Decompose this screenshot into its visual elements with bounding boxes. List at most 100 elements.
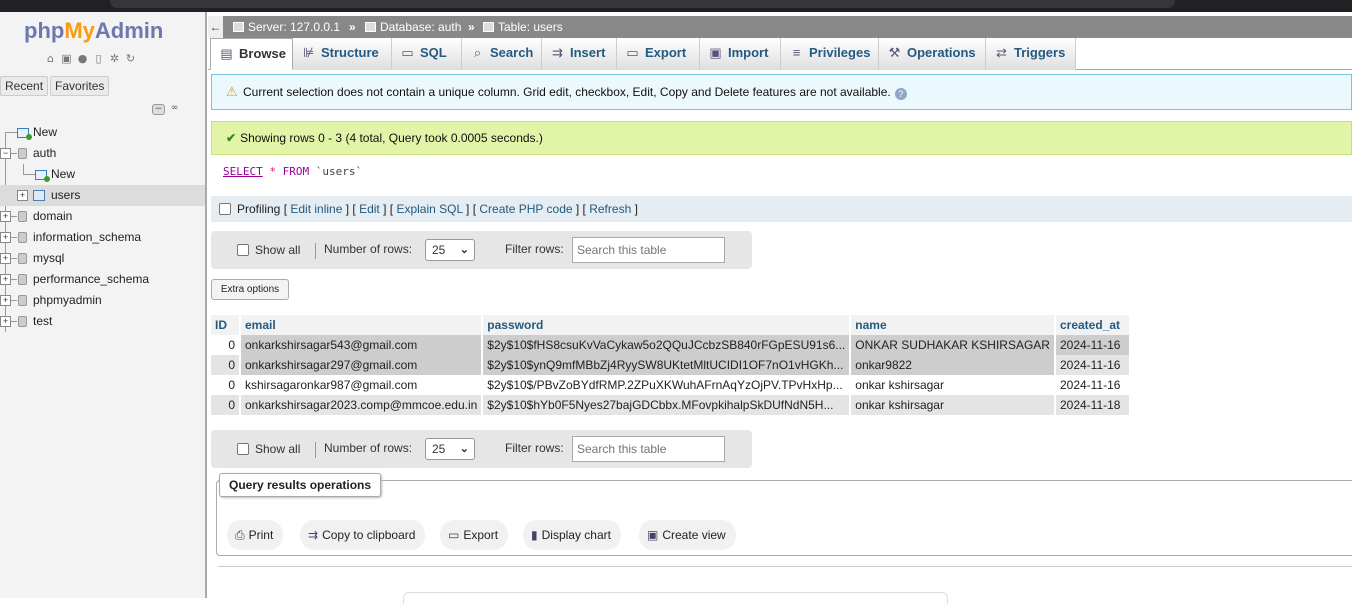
tree-item-new[interactable]: New bbox=[0, 122, 205, 143]
tree-item-db-2[interactable]: + mysql bbox=[0, 248, 205, 269]
display-chart-button[interactable]: ▮ Display chart bbox=[523, 520, 621, 550]
tab-browse[interactable]: ▤ Browse bbox=[210, 38, 293, 70]
expand-icon[interactable]: + bbox=[0, 295, 11, 306]
sql-query-display[interactable]: SELECT * FROM `users` bbox=[223, 165, 362, 178]
create-view-button[interactable]: ▣ Create view bbox=[639, 520, 736, 550]
chevron-down-icon: ⌄ bbox=[459, 244, 469, 256]
filter-rows-input[interactable]: Search this table bbox=[572, 436, 725, 462]
number-of-rows-select[interactable]: 25 ⌄ bbox=[425, 438, 475, 460]
collapse-all-icon[interactable]: − bbox=[152, 104, 165, 115]
help-icon[interactable]: ● bbox=[76, 52, 89, 65]
collapse-panel-icon[interactable]: ← bbox=[208, 16, 223, 38]
print-label: Print bbox=[248, 528, 274, 542]
tree-item-db-5[interactable]: + test bbox=[0, 311, 205, 332]
copy-to-clipboard-button[interactable]: ⇉ Copy to clipboard bbox=[300, 520, 426, 550]
sql-select[interactable]: SELECT bbox=[223, 165, 263, 178]
cell-name: onkar kshirsagar bbox=[850, 395, 1056, 415]
edit-link[interactable]: Edit bbox=[359, 202, 380, 216]
favorites-tab[interactable]: Favorites bbox=[50, 76, 110, 96]
recent-tab[interactable]: Recent bbox=[0, 76, 49, 96]
tab-operations[interactable]: ⚒ Operations bbox=[879, 38, 986, 70]
tree-item-auth-new-label: New bbox=[51, 167, 76, 181]
settings-icon[interactable]: ✲ bbox=[108, 52, 121, 65]
expand-icon[interactable]: + bbox=[0, 253, 11, 264]
number-of-rows-value: 25 bbox=[432, 442, 446, 456]
show-all-checkbox[interactable] bbox=[237, 244, 249, 256]
bar-chart-icon: ▮ bbox=[531, 528, 538, 542]
expand-icon[interactable]: + bbox=[0, 232, 11, 243]
database-icon bbox=[365, 22, 376, 32]
create-php-code-link[interactable]: Create PHP code bbox=[479, 202, 572, 216]
column-header[interactable]: created_at bbox=[1054, 315, 1131, 335]
tree-item-auth-new[interactable]: New bbox=[0, 164, 205, 185]
docs-icon[interactable]: ▯ bbox=[92, 52, 105, 65]
tab-sql[interactable]: ▭ SQL bbox=[392, 38, 462, 70]
logout-icon[interactable]: ▣ bbox=[60, 52, 73, 65]
create-view-label: Create view bbox=[662, 528, 726, 542]
expand-icon[interactable]: + bbox=[0, 211, 11, 222]
column-header[interactable]: email bbox=[240, 315, 484, 335]
tree-item-auth[interactable]: − auth bbox=[0, 143, 205, 164]
column-header[interactable]: password bbox=[482, 315, 852, 335]
recent-favorites-tabs: Recent Favorites bbox=[0, 76, 110, 96]
show-all-checkbox[interactable] bbox=[237, 443, 249, 455]
breadcrumb-server[interactable]: Server: 127.0.0.1 bbox=[233, 16, 340, 38]
table-row: 0 onkarkshirsagar543@gmail.com $2y$10$fH… bbox=[211, 335, 1131, 355]
cell-email: kshirsagaronkar987@gmail.com bbox=[240, 375, 484, 395]
tab-import[interactable]: ▣ Import bbox=[700, 38, 781, 70]
reload-icon[interactable]: ↻ bbox=[124, 52, 137, 65]
link-icon[interactable]: ∞ bbox=[168, 104, 181, 115]
tree-item-db-label: domain bbox=[33, 209, 73, 223]
expand-icon[interactable]: + bbox=[17, 190, 28, 201]
tab-search[interactable]: ⌕ Search bbox=[462, 38, 542, 70]
tab-triggers[interactable]: ⇄ Triggers bbox=[986, 38, 1076, 70]
expand-icon[interactable]: + bbox=[0, 274, 11, 285]
tab-label: Import bbox=[728, 45, 769, 60]
edit-inline-link[interactable]: Edit inline bbox=[290, 202, 342, 216]
explain-sql-link[interactable]: Explain SQL bbox=[396, 202, 462, 216]
sql-star: * bbox=[269, 165, 276, 178]
clipboard-icon: ⇉ bbox=[308, 528, 319, 542]
table-row: 0 onkarkshirsagar297@gmail.com $2y$10$yn… bbox=[211, 355, 1131, 375]
divider bbox=[315, 442, 316, 458]
home-icon[interactable]: ⌂ bbox=[44, 52, 57, 65]
phpmyadmin-logo[interactable]: phpMyAdmin bbox=[24, 18, 163, 44]
tree-item-db-0[interactable]: + domain bbox=[0, 206, 205, 227]
column-header[interactable]: name bbox=[850, 315, 1056, 335]
collapse-icon[interactable]: − bbox=[0, 148, 11, 159]
tree-item-db-3[interactable]: + performance_schema bbox=[0, 269, 205, 290]
tab-export[interactable]: ▭ Export bbox=[617, 38, 700, 70]
query-results-operations-title: Query results operations bbox=[219, 473, 382, 497]
help-icon[interactable]: ? bbox=[894, 88, 907, 100]
wrench-icon: ⚒ bbox=[888, 45, 901, 60]
number-of-rows-label: Number of rows: bbox=[324, 242, 413, 256]
print-button[interactable]: ⎙ Print bbox=[227, 520, 284, 550]
create-view-icon: ▣ bbox=[647, 528, 659, 542]
extra-options-button[interactable]: Extra options bbox=[211, 279, 289, 300]
tab-insert[interactable]: ⇉ Insert bbox=[542, 38, 617, 70]
profiling-checkbox[interactable] bbox=[219, 203, 231, 215]
tree-item-db-label: performance_schema bbox=[33, 272, 150, 286]
tab-structure[interactable]: ⊯ Structure bbox=[293, 38, 392, 70]
query-results-operations: Query results operations ⎙ Print ⇉ Copy to… bbox=[216, 473, 1352, 556]
cell-id: 0 bbox=[211, 335, 241, 355]
column-header[interactable]: ID bbox=[211, 315, 241, 335]
show-all-label: Show all bbox=[255, 243, 301, 257]
tree-item-db-4[interactable]: + phpmyadmin bbox=[0, 290, 205, 311]
tab-label: Browse bbox=[239, 46, 286, 61]
breadcrumb-database[interactable]: Database: auth bbox=[365, 16, 461, 38]
number-of-rows-select[interactable]: 25 ⌄ bbox=[425, 239, 475, 261]
tab-privileges[interactable]: ≡ Privileges bbox=[781, 38, 879, 70]
database-icon bbox=[18, 148, 27, 159]
refresh-link[interactable]: Refresh bbox=[589, 202, 631, 216]
logo-admin: Admin bbox=[94, 18, 164, 43]
tree-item-db-1[interactable]: + information_schema bbox=[0, 227, 205, 248]
tree-item-users[interactable]: + users bbox=[0, 185, 205, 206]
filter-rows-input[interactable]: Search this table bbox=[572, 237, 725, 263]
number-of-rows-label: Number of rows: bbox=[324, 441, 413, 455]
browser-address-bar[interactable] bbox=[110, 0, 1175, 8]
export-button[interactable]: ▭ Export bbox=[440, 520, 509, 550]
expand-icon[interactable]: + bbox=[0, 316, 11, 327]
show-all-label: Show all bbox=[255, 442, 301, 456]
breadcrumb-table[interactable]: Table: users bbox=[483, 16, 563, 38]
